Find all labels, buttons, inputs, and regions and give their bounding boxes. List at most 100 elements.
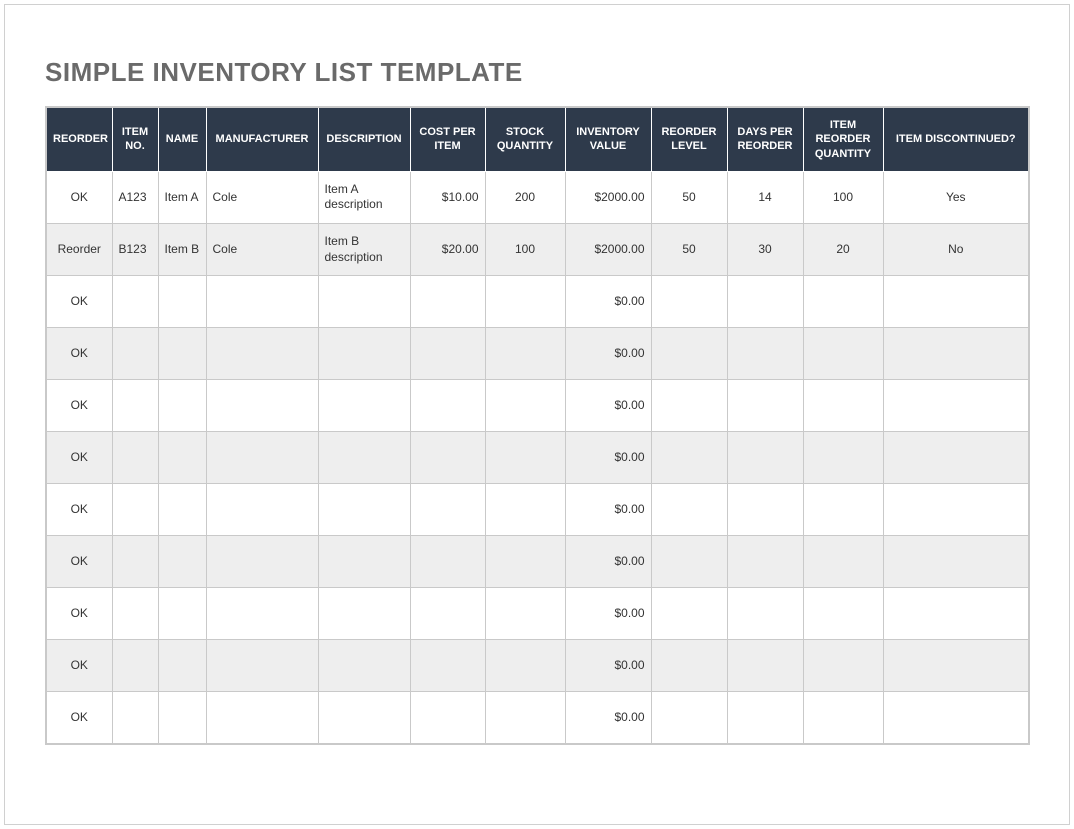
cell-reorder: OK (46, 484, 112, 536)
cell-item-reorder-quantity (803, 692, 883, 744)
cell-reorder: OK (46, 692, 112, 744)
cell-item-reorder-quantity (803, 484, 883, 536)
cell-reorder: OK (46, 380, 112, 432)
cell-reorder-level (651, 432, 727, 484)
cell-reorder-level: 50 (651, 224, 727, 276)
cell-inventory-value: $0.00 (565, 380, 651, 432)
cell-description (318, 276, 410, 328)
cell-inventory-value: $0.00 (565, 328, 651, 380)
cell-inventory-value: $0.00 (565, 692, 651, 744)
cell-item-discontinued (883, 588, 1029, 640)
header-description: DESCRIPTION (318, 107, 410, 171)
cell-inventory-value: $0.00 (565, 536, 651, 588)
cell-reorder-level (651, 380, 727, 432)
cell-item-no (112, 640, 158, 692)
cell-item-no (112, 432, 158, 484)
cell-stock-quantity (485, 484, 565, 536)
cell-reorder-level (651, 276, 727, 328)
cell-inventory-value: $2000.00 (565, 224, 651, 276)
cell-description (318, 640, 410, 692)
cell-item-no (112, 536, 158, 588)
header-stock-quantity: STOCK QUANTITY (485, 107, 565, 171)
table-row: OK $0.00 (46, 692, 1029, 744)
cell-description (318, 484, 410, 536)
table-row: ReorderB123Item BColeItem B description$… (46, 224, 1029, 276)
cell-days-per-reorder (727, 692, 803, 744)
cell-reorder: OK (46, 432, 112, 484)
cell-inventory-value: $2000.00 (565, 171, 651, 223)
table-row: OK $0.00 (46, 380, 1029, 432)
cell-item-no: B123 (112, 224, 158, 276)
cell-name (158, 276, 206, 328)
header-manufacturer: MANUFACTURER (206, 107, 318, 171)
table-row: OK$0.00 (46, 588, 1029, 640)
cell-item-no (112, 328, 158, 380)
page-title: SIMPLE INVENTORY LIST TEMPLATE (45, 57, 1029, 88)
cell-cost-per-item (410, 276, 485, 328)
table-header-row: REORDER ITEM NO. NAME MANUFACTURER DESCR… (46, 107, 1029, 171)
cell-days-per-reorder (727, 328, 803, 380)
cell-manufacturer (206, 536, 318, 588)
cell-days-per-reorder (727, 640, 803, 692)
header-inventory-value: INVENTORY VALUE (565, 107, 651, 171)
cell-item-no (112, 484, 158, 536)
cell-reorder-level (651, 484, 727, 536)
cell-item-reorder-quantity (803, 380, 883, 432)
cell-item-reorder-quantity (803, 432, 883, 484)
cell-days-per-reorder: 30 (727, 224, 803, 276)
cell-description (318, 432, 410, 484)
cell-days-per-reorder (727, 380, 803, 432)
cell-reorder-level (651, 536, 727, 588)
header-item-discontinued: ITEM DISCONTINUED? (883, 107, 1029, 171)
cell-cost-per-item (410, 328, 485, 380)
cell-item-reorder-quantity: 100 (803, 171, 883, 223)
cell-manufacturer (206, 276, 318, 328)
cell-days-per-reorder (727, 432, 803, 484)
cell-cost-per-item: $10.00 (410, 171, 485, 223)
cell-stock-quantity (485, 380, 565, 432)
cell-manufacturer (206, 640, 318, 692)
cell-item-reorder-quantity (803, 328, 883, 380)
header-item-reorder-quantity: ITEM REORDER QUANTITY (803, 107, 883, 171)
cell-item-reorder-quantity (803, 588, 883, 640)
table-row: OK$0.00 (46, 328, 1029, 380)
cell-name: Item A (158, 171, 206, 223)
cell-cost-per-item (410, 432, 485, 484)
cell-name (158, 588, 206, 640)
cell-name (158, 640, 206, 692)
cell-description (318, 380, 410, 432)
cell-name: Item B (158, 224, 206, 276)
cell-stock-quantity: 100 (485, 224, 565, 276)
cell-reorder-level: 50 (651, 171, 727, 223)
cell-inventory-value: $0.00 (565, 276, 651, 328)
cell-manufacturer: Cole (206, 171, 318, 223)
cell-inventory-value: $0.00 (565, 640, 651, 692)
cell-manufacturer (206, 380, 318, 432)
cell-stock-quantity (485, 536, 565, 588)
cell-item-no (112, 692, 158, 744)
cell-item-discontinued (883, 276, 1029, 328)
cell-reorder: OK (46, 640, 112, 692)
cell-name (158, 692, 206, 744)
cell-item-reorder-quantity: 20 (803, 224, 883, 276)
table-body: OKA123Item AColeItem A description$10.00… (46, 171, 1029, 743)
cell-description: Item B description (318, 224, 410, 276)
cell-inventory-value: $0.00 (565, 588, 651, 640)
cell-item-discontinued (883, 640, 1029, 692)
cell-days-per-reorder (727, 484, 803, 536)
table-row: OK$0.00 (46, 276, 1029, 328)
cell-item-reorder-quantity (803, 536, 883, 588)
cell-item-no (112, 588, 158, 640)
cell-manufacturer (206, 328, 318, 380)
cell-reorder: Reorder (46, 224, 112, 276)
cell-cost-per-item (410, 588, 485, 640)
cell-item-discontinued (883, 328, 1029, 380)
cell-manufacturer: Cole (206, 224, 318, 276)
cell-name (158, 380, 206, 432)
cell-cost-per-item: $20.00 (410, 224, 485, 276)
cell-description (318, 588, 410, 640)
cell-item-reorder-quantity (803, 640, 883, 692)
header-name: NAME (158, 107, 206, 171)
cell-days-per-reorder (727, 588, 803, 640)
cell-stock-quantity (485, 640, 565, 692)
